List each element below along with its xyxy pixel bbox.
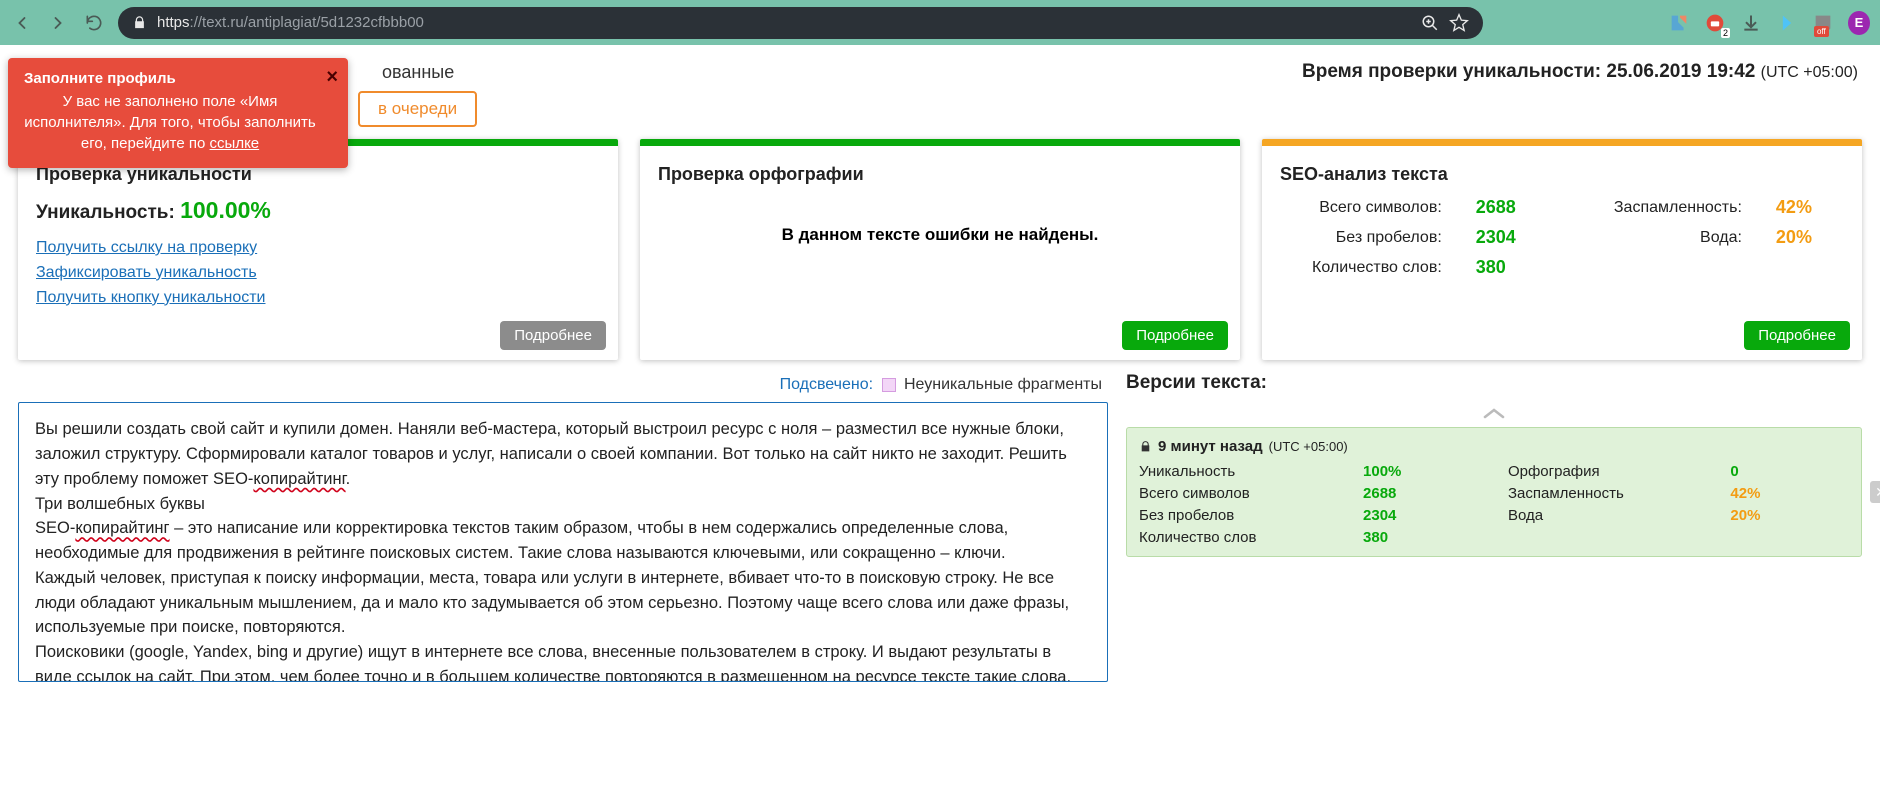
ver-label: Уникальность (1139, 463, 1345, 480)
link-get-check[interactable]: Получить ссылку на проверку (36, 236, 600, 261)
close-icon[interactable]: ✕ (1870, 481, 1880, 503)
ver-value: 20% (1730, 507, 1849, 524)
url-text: https://text.ru/antiplagiat/5d1232cfbbb0… (157, 14, 1411, 31)
ver-value: 100% (1363, 463, 1490, 480)
stat-label: Заспамленность: (1582, 199, 1742, 217)
no-errors-msg: В данном тексте ошибки не найдены. (658, 225, 1222, 245)
badge-count: 2 (1721, 28, 1730, 38)
browser-bar: https://text.ru/antiplagiat/5d1232cfbbb0… (0, 0, 1880, 45)
star-icon[interactable] (1449, 13, 1469, 33)
back-button[interactable] (10, 11, 34, 35)
lock-icon (132, 15, 147, 30)
versions-title: Версии текста: (1126, 372, 1862, 394)
chevron-up-icon[interactable] (1126, 402, 1862, 427)
link-fix-uniq[interactable]: Зафиксировать уникальность (36, 261, 600, 286)
stat-label: Всего символов: (1280, 199, 1442, 217)
stat-value: 2688 (1476, 197, 1548, 218)
card-title: Проверка орфографии (658, 164, 1222, 185)
ver-value: 42% (1730, 485, 1849, 502)
stat-value: 20% (1776, 227, 1844, 248)
uniqueness-value: Уникальность: 100.00% (36, 197, 600, 224)
ver-label: Орфография (1508, 463, 1712, 480)
ver-value: 2304 (1363, 507, 1490, 524)
ver-label: Вода (1508, 507, 1712, 524)
legend: Подсвечено: Неуникальные фрагменты (18, 372, 1108, 402)
forward-button[interactable] (46, 11, 70, 35)
ver-label (1508, 529, 1712, 546)
card-spelling: Проверка орфографии В данном тексте ошиб… (640, 139, 1240, 360)
notification-title: Заполните профиль (24, 70, 316, 87)
uniqueness-links: Получить ссылку на проверку Зафиксироват… (36, 236, 600, 310)
zoom-icon[interactable] (1421, 14, 1439, 32)
reload-button[interactable] (82, 11, 106, 35)
ver-label: Без пробелов (1139, 507, 1345, 524)
notification-body: У вас не заполнено поле «Имя исполнителя… (24, 91, 316, 154)
ver-value: 0 (1730, 463, 1849, 480)
card-uniqueness: Проверка уникальности Уникальность: 100.… (18, 139, 618, 360)
versions-panel: Версии текста: 9 минут назад (UTC +05:00… (1126, 372, 1862, 682)
card-title: SEO-анализ текста (1280, 164, 1844, 185)
link-get-button[interactable]: Получить кнопку уникальности (36, 286, 600, 311)
stat-value: 2304 (1476, 227, 1548, 248)
ext-icon-3[interactable] (1776, 12, 1798, 34)
ver-value: 380 (1363, 529, 1490, 546)
ext-icon-2[interactable]: 2 (1704, 12, 1726, 34)
notification-link[interactable]: ссылке (210, 135, 260, 152)
header-left-text: ованные (382, 62, 454, 83)
ext-icon-4[interactable]: off (1812, 12, 1834, 34)
text-content[interactable]: Вы решили создать свой сайт и купили дом… (18, 402, 1108, 682)
stat-label: Вода: (1582, 229, 1742, 247)
download-icon[interactable] (1740, 12, 1762, 34)
stat-label: Количество слов: (1280, 259, 1442, 277)
ver-label: Количество слов (1139, 529, 1345, 546)
ver-value: 2688 (1363, 485, 1490, 502)
stat-value: 380 (1476, 257, 1548, 278)
ver-label: Всего символов (1139, 485, 1345, 502)
lower-section: Подсвечено: Неуникальные фрагменты Вы ре… (0, 360, 1880, 682)
more-button[interactable]: Подробнее (1744, 321, 1850, 350)
extensions-toolbar: 2 off E (1668, 12, 1870, 34)
off-badge: off (1814, 26, 1829, 37)
card-seo: SEO-анализ текста Всего символов: 2688 Зас… (1262, 139, 1862, 360)
lock-icon (1139, 440, 1152, 453)
seo-stats: Всего символов: 2688 Заспамленность: 42% Без… (1280, 197, 1844, 278)
text-panel: Подсвечено: Неуникальные фрагменты Вы ре… (18, 372, 1108, 682)
more-button[interactable]: Подробнее (500, 321, 606, 350)
more-button[interactable]: Подробнее (1122, 321, 1228, 350)
user-avatar[interactable]: E (1848, 12, 1870, 34)
queue-button[interactable]: в очереди (358, 91, 477, 127)
stat-label: Без пробелов: (1280, 229, 1442, 247)
ver-value (1730, 529, 1849, 546)
close-icon[interactable]: × (326, 66, 338, 89)
legend-chip (882, 378, 896, 392)
ver-label: Заспамленность (1508, 485, 1712, 502)
ext-icon-1[interactable] (1668, 12, 1690, 34)
stat-value: 42% (1776, 197, 1844, 218)
check-time: Время проверки уникальности: 25.06.2019 … (1302, 61, 1858, 83)
version-item[interactable]: 9 минут назад (UTC +05:00) Уникальность1… (1126, 427, 1862, 557)
profile-notification: × Заполните профиль У вас не заполнено п… (8, 58, 348, 168)
url-bar[interactable]: https://text.ru/antiplagiat/5d1232cfbbb0… (118, 7, 1483, 39)
